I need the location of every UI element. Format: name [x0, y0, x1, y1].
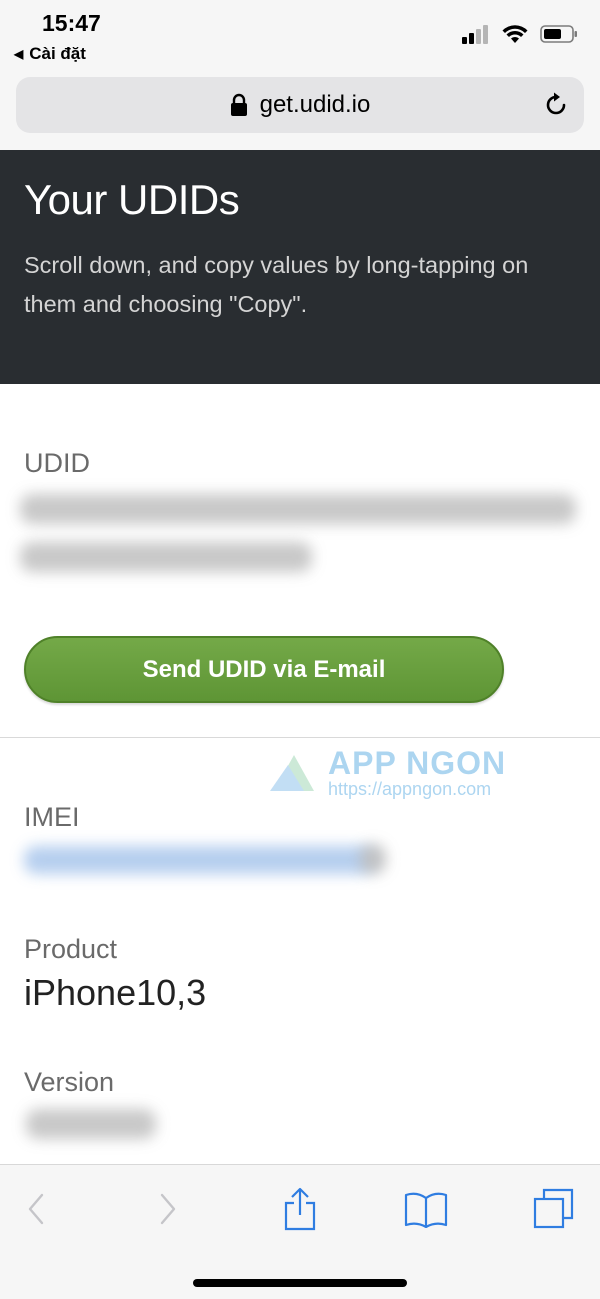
share-button[interactable] — [278, 1187, 322, 1231]
udid-label: UDID — [24, 448, 90, 478]
address-bar[interactable]: get.udid.io — [16, 77, 584, 133]
back-button[interactable] — [14, 1187, 58, 1231]
reload-icon[interactable] — [542, 91, 570, 119]
send-udid-email-button[interactable]: Send UDID via E-mail — [24, 636, 504, 703]
section-divider — [0, 737, 600, 738]
url-text: get.udid.io — [259, 91, 371, 118]
cellular-signal-icon — [462, 25, 488, 44]
status-icons — [462, 24, 578, 44]
status-bar: 15:47 ◀ Cài đặt — [0, 0, 600, 72]
tabs-icon — [533, 1188, 574, 1229]
share-icon — [284, 1187, 316, 1231]
product-label: Product — [24, 934, 118, 964]
battery-icon — [540, 25, 577, 43]
back-app-label: Cài đặt — [29, 44, 86, 63]
watermark: APP NGON https://appngon.com — [268, 745, 558, 805]
watermark-url: https://appngon.com — [328, 779, 492, 799]
chevron-right-icon — [160, 1193, 176, 1225]
watermark-name: APP NGON — [328, 745, 507, 781]
imei-value[interactable] — [20, 840, 390, 880]
version-value[interactable] — [20, 1103, 165, 1145]
chevron-left-icon — [28, 1193, 44, 1225]
udid-value[interactable] — [16, 486, 581, 582]
wifi-icon — [502, 25, 528, 43]
watermark-logo-icon — [270, 755, 314, 791]
lock-icon — [230, 93, 247, 116]
imei-label: IMEI — [24, 802, 80, 832]
page-title: Your UDIDs — [24, 176, 240, 223]
forward-button[interactable] — [146, 1187, 190, 1231]
back-triangle-icon: ◀ — [14, 47, 24, 61]
version-label: Version — [24, 1067, 115, 1097]
page-header: Your UDIDs Scroll down, and copy values … — [0, 150, 600, 384]
address-bar-area: get.udid.io — [0, 72, 600, 150]
status-time: 15:47 — [42, 10, 101, 36]
back-to-app-link[interactable]: ◀ Cài đặt — [14, 44, 86, 64]
home-indicator — [193, 1279, 407, 1287]
product-value[interactable]: iPhone10,3 — [24, 972, 206, 1014]
tabs-button[interactable] — [532, 1187, 576, 1231]
bottom-toolbar — [0, 1164, 600, 1299]
bookmarks-button[interactable] — [404, 1187, 448, 1231]
page-subtitle: Scroll down, and copy values by long-tap… — [24, 252, 529, 317]
book-icon — [404, 1192, 448, 1228]
